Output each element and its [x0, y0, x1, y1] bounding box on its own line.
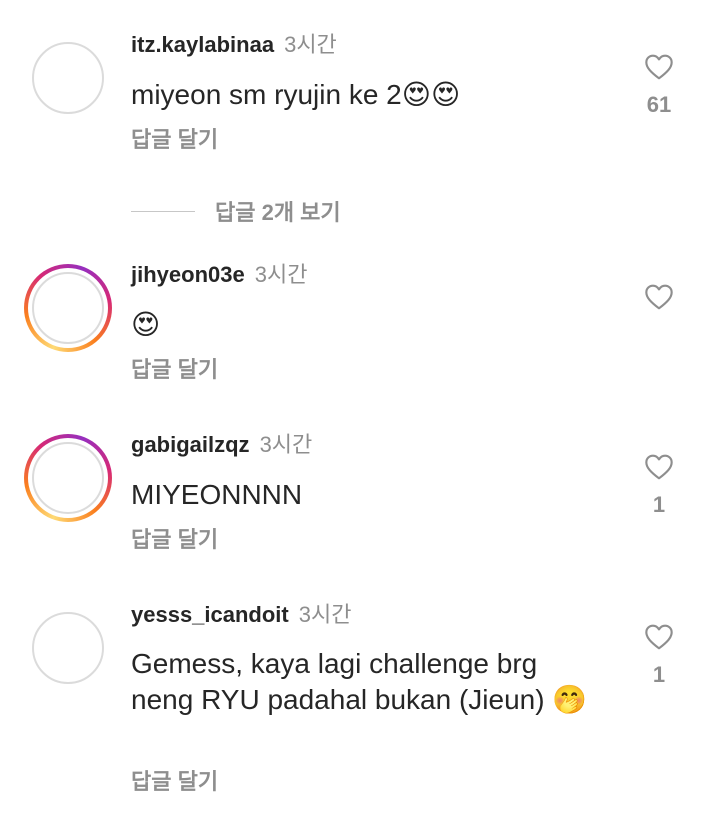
- reply-button[interactable]: 답글 달기: [131, 356, 218, 384]
- comment-header: gabigailzqz 3시간: [131, 431, 312, 459]
- comment-text: miyeon sm ryujin ke 2😍😍: [131, 79, 461, 110]
- comment-text: 😍: [131, 309, 161, 340]
- comment-header: itz.kaylabinaa 3시간: [131, 31, 337, 59]
- username[interactable]: yesss_icandoit: [131, 602, 289, 627]
- avatar-story-ring[interactable]: [24, 434, 112, 522]
- reply-button[interactable]: 답글 달기: [131, 126, 218, 154]
- reply-button[interactable]: 답글 달기: [131, 526, 218, 554]
- avatar: [32, 442, 104, 514]
- comment-text: MIYEONNNN: [131, 479, 303, 510]
- view-replies-button[interactable]: 답글 2개 보기: [131, 197, 341, 225]
- reply-button[interactable]: 답글 달기: [131, 768, 218, 796]
- comment-header: jihyeon03e 3시간: [131, 261, 307, 289]
- avatar[interactable]: [32, 612, 104, 684]
- avatar: [32, 272, 104, 344]
- timestamp: 3시간: [254, 262, 308, 287]
- timestamp: 3시간: [298, 602, 352, 627]
- avatar[interactable]: [32, 42, 104, 114]
- username[interactable]: jihyeon03e: [131, 262, 245, 287]
- heart-outline-icon[interactable]: [642, 621, 676, 653]
- heart-outline-icon[interactable]: [642, 281, 676, 313]
- like-count: 61: [646, 92, 672, 117]
- comment-text: Gemess, kaya lagi challenge brg neng RYU…: [131, 648, 588, 715]
- username[interactable]: itz.kaylabinaa: [131, 32, 274, 57]
- like-count: 1: [652, 662, 666, 687]
- heart-outline-icon[interactable]: [642, 51, 676, 83]
- divider-line: [131, 210, 195, 212]
- timestamp: 3시간: [259, 432, 313, 457]
- view-replies-label: 답글 2개 보기: [215, 200, 341, 225]
- heart-outline-icon[interactable]: [642, 451, 676, 483]
- comment-header: yesss_icandoit 3시간: [131, 601, 351, 629]
- username[interactable]: gabigailzqz: [131, 432, 250, 457]
- like-count: 1: [652, 492, 666, 517]
- avatar-story-ring[interactable]: [24, 264, 112, 352]
- timestamp: 3시간: [284, 32, 337, 57]
